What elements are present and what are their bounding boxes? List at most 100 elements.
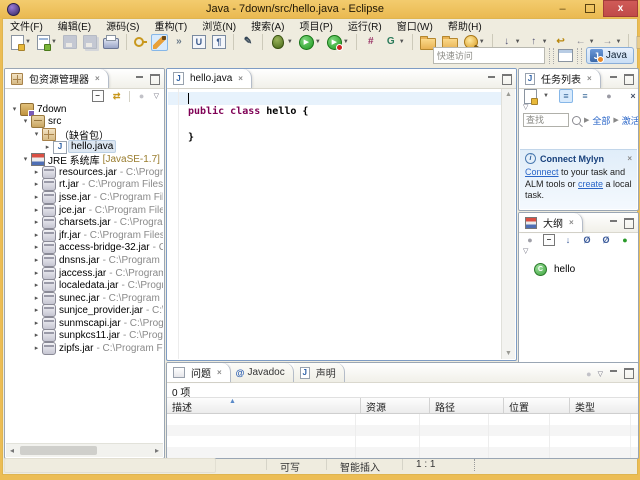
code-editor[interactable]: public class hello {} [168, 89, 502, 359]
tree-item[interactable]: ▸ charsets.jar- C:\Program Fil [6, 216, 163, 230]
close-icon[interactable]: × [587, 74, 592, 83]
view-menu-button[interactable]: ▽ [523, 247, 528, 255]
tree-item[interactable]: ▾ （缺省包） [6, 127, 163, 142]
menu-item-4[interactable]: 浏览(N) [202, 18, 236, 33]
tree-expander-icon[interactable]: ▾ [21, 118, 30, 125]
maximize-button[interactable] [576, 0, 603, 17]
print-button[interactable] [101, 33, 121, 51]
column-header-描述[interactable]: 描述 ▲ [167, 398, 361, 413]
filter-button[interactable]: ● [586, 369, 591, 379]
close-icon[interactable]: × [569, 218, 574, 227]
open-perspective-button[interactable] [557, 49, 573, 62]
tree-expander-icon[interactable]: ▾ [21, 156, 30, 163]
tree-expander-icon[interactable]: ▸ [32, 295, 41, 302]
tree-expander-icon[interactable]: ▸ [32, 320, 41, 327]
tree-item[interactable]: ▸ jaccess.jar- C:\Program File [6, 266, 163, 280]
debug-button[interactable]: ▼ [268, 32, 295, 52]
outline-item-hello[interactable]: hello [519, 255, 638, 276]
pen-tool-button[interactable]: ✎ [239, 33, 257, 51]
hide-fields-button[interactable]: Ø [580, 233, 594, 247]
java-perspective-button[interactable]: J Java [585, 47, 634, 64]
menu-item-1[interactable]: 编辑(E) [58, 18, 91, 33]
key-tool-button[interactable] [132, 34, 149, 51]
scroll-down-icon[interactable]: ▼ [505, 350, 512, 357]
link-with-editor-button[interactable]: ⇄ [110, 89, 124, 103]
hide-local-types-button[interactable]: Ø [637, 233, 638, 247]
tree-item[interactable]: ▸ sunmscapi.jar- C:\Program [6, 316, 163, 330]
maximize-view-button[interactable] [150, 74, 160, 85]
maximize-view-button[interactable] [502, 74, 512, 85]
column-header-路径[interactable]: 路径 [430, 398, 504, 413]
view-extras-button[interactable]: ● [135, 89, 149, 103]
tab-package-explorer[interactable]: 包资源管理器 × [5, 69, 109, 88]
format-brush-button[interactable] [150, 33, 168, 51]
close-icon[interactable]: × [217, 368, 222, 377]
tree-expander-icon[interactable]: ▸ [32, 270, 41, 277]
tree-expander-icon[interactable]: ▸ [32, 307, 41, 314]
new-java-element-button[interactable]: ▼ [35, 33, 59, 52]
column-header-类型[interactable]: 类型 [570, 398, 638, 413]
view-menu-button[interactable]: ▽ [154, 92, 159, 100]
show-categorized-button[interactable]: ≡ [558, 89, 573, 103]
chevron-down-icon[interactable]: ▼ [543, 93, 549, 99]
tree-item[interactable]: ▾ JRE 系统库 [JavaSE-1.7] [6, 153, 163, 167]
tree-expander-icon[interactable]: ▸ [32, 232, 41, 239]
tree-expander-icon[interactable]: ▸ [32, 282, 41, 289]
vertical-scrollbar[interactable]: ▲ ▼ [501, 89, 515, 359]
maximize-view-button[interactable] [624, 74, 634, 85]
tree-item[interactable]: ▸ zipfs.jar- C:\Program Files ( [6, 342, 163, 356]
show-whitespace-button[interactable]: ¶ [210, 33, 228, 51]
maximize-view-button[interactable] [624, 368, 634, 379]
collapse-all-button[interactable]: – [542, 233, 556, 247]
chevron-down-icon[interactable]: ▼ [515, 39, 521, 45]
tree-item[interactable]: ▸ jfr.jar- C:\Program Files (x86 [6, 228, 163, 242]
tab-problems[interactable]: 问题 × [167, 363, 231, 382]
tab-hello-java[interactable]: hello.java × [167, 69, 252, 88]
quick-access-input[interactable] [432, 47, 545, 64]
tree-item[interactable]: ▾ 7down [6, 103, 163, 117]
run-arrow-button[interactable]: » [170, 33, 188, 51]
create-link[interactable]: create [578, 179, 603, 189]
horizontal-scrollbar[interactable]: ◂ ▸ [6, 443, 163, 457]
column-header-位置[interactable]: 位置 [504, 398, 570, 413]
delete-task-button[interactable]: × [626, 89, 638, 103]
new-wizard-button[interactable]: ▼ [9, 33, 33, 52]
tree-item[interactable]: ▸ dnsns.jar- C:\Program Files [6, 253, 163, 267]
run-button[interactable]: ▶ ▼ [297, 33, 323, 52]
chevron-down-icon[interactable]: ▼ [287, 39, 293, 45]
view-menu-button[interactable]: ▽ [523, 103, 528, 111]
chevron-down-icon[interactable]: ▼ [25, 39, 31, 45]
maximize-view-button[interactable] [624, 218, 634, 229]
minimize-button[interactable]: – [549, 0, 576, 17]
tree-item[interactable]: ▸ jce.jar- C:\Program Files (x8 [6, 203, 163, 217]
close-button[interactable]: x [603, 0, 638, 17]
collapse-all-button[interactable]: – [91, 89, 105, 103]
run-last-launched-button[interactable]: ▶ ▼ [325, 33, 351, 52]
tab-javadoc[interactable]: @ Javadoc [230, 363, 294, 382]
new-task-button[interactable] [523, 88, 538, 105]
tree-item[interactable]: ▸ sunec.jar- C:\Program Files [6, 291, 163, 305]
connect-link[interactable]: Connect [525, 167, 559, 177]
tree-item[interactable]: ▸ resources.jar- C:\Program F [6, 165, 163, 179]
minimize-view-button[interactable] [609, 75, 618, 84]
chevron-down-icon[interactable]: ▼ [315, 39, 321, 45]
menu-item-3[interactable]: 重构(T) [154, 18, 187, 33]
chevron-down-icon[interactable]: ▼ [479, 39, 485, 45]
close-icon[interactable]: × [95, 74, 100, 83]
link-activate-task[interactable]: 激活... [622, 114, 638, 127]
view-menu-button[interactable]: ▽ [598, 370, 603, 378]
tab-task-list[interactable]: 任务列表 × [519, 69, 601, 88]
focus-on-workweek-button[interactable]: ● [602, 89, 616, 103]
tree-expander-icon[interactable]: ▸ [32, 244, 41, 251]
find-task-input[interactable] [523, 113, 569, 127]
tree-expander-icon[interactable]: ▸ [32, 194, 41, 201]
close-icon[interactable]: × [627, 154, 632, 163]
menu-item-5[interactable]: 搜索(A) [251, 18, 284, 33]
menu-item-8[interactable]: 窗口(W) [397, 18, 433, 33]
tree-item[interactable]: ▸ rt.jar- C:\Program Files (x86 [6, 178, 163, 192]
scrollbar-thumb[interactable] [20, 446, 98, 455]
tree-item[interactable]: ▸ access-bridge-32.jar- C:\Pr [6, 241, 163, 255]
hide-static-members-button[interactable]: Ø [599, 233, 613, 247]
tree-item[interactable]: ▸ jsse.jar- C:\Program Files (x [6, 190, 163, 204]
tree-expander-icon[interactable]: ▸ [32, 181, 41, 188]
